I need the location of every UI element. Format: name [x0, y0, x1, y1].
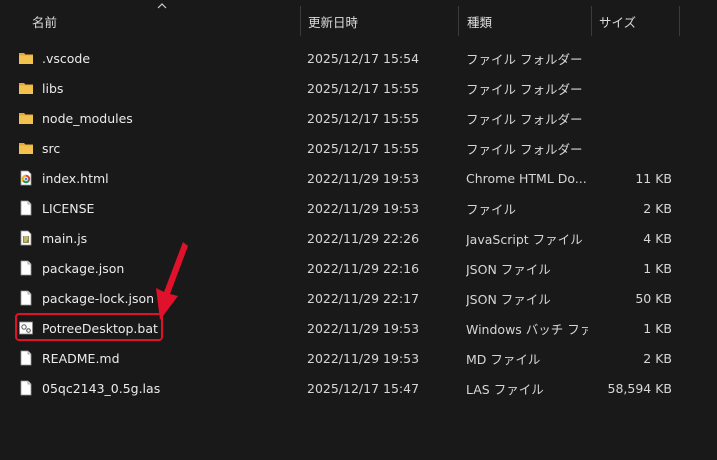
file-row[interactable]: node_modules 2025/12/17 15:55 ファイル フォルダー [0, 103, 717, 133]
file-size: 11 KB [635, 170, 672, 186]
file-row[interactable]: index.html 2022/11/29 19:53 Chrome HTML Do… [0, 163, 717, 193]
file-name-cell: main.js [18, 223, 87, 253]
folder-icon [18, 80, 34, 96]
file-name: 05qc2143_0.5g.las [42, 380, 161, 396]
column-divider[interactable] [591, 6, 592, 36]
file-date: 2025/12/17 15:54 [307, 50, 420, 66]
file-date: 2025/12/17 15:47 [307, 380, 420, 396]
file-row[interactable]: package-lock.json 2022/11/29 22:17 JSON ファ… [0, 283, 717, 313]
file-type: JSON ファイル [466, 291, 551, 307]
file-name: node_modules [42, 110, 133, 126]
file-name: main.js [42, 230, 88, 246]
file-row[interactable]: libs 2025/12/17 15:55 ファイル フォルダー [0, 73, 717, 103]
file-name-cell: 05qc2143_0.5g.las [18, 373, 160, 403]
file-size [592, 133, 672, 163]
javascript-file-icon [18, 230, 34, 246]
file-size: 1 KB [643, 260, 672, 276]
file-row[interactable]: package.json 2022/11/29 22:16 JSON ファイル 1 K… [0, 253, 717, 283]
file-type: LAS ファイル [466, 381, 544, 397]
column-header-type-label: 種類 [467, 14, 493, 30]
file-date: 2022/11/29 19:53 [307, 200, 420, 216]
file-date: 2022/11/29 19:53 [307, 320, 420, 336]
chrome-html-icon [18, 170, 34, 186]
column-header-date-label: 更新日時 [308, 14, 359, 30]
file-size: 1 KB [643, 320, 672, 336]
file-name-cell: package-lock.json [18, 283, 154, 313]
file-name: README.md [42, 350, 120, 366]
file-size: 58,594 KB [607, 380, 672, 396]
file-type: MD ファイル [466, 351, 541, 367]
file-name: .vscode [42, 50, 91, 66]
file-date: 2025/12/17 15:55 [307, 110, 420, 126]
file-size: 50 KB [635, 290, 672, 306]
file-explorer-list: 名前 更新日時 種類 サイズ .vscode 2025/12/17 15:54 ファ… [0, 0, 717, 460]
file-date: 2022/11/29 22:26 [307, 230, 420, 246]
file-row[interactable]: 05qc2143_0.5g.las 2025/12/17 15:47 LAS ファイ… [0, 373, 717, 403]
file-type: JavaScript ファイル [466, 231, 583, 247]
file-type: Windows バッチ ファ... [466, 321, 588, 337]
file-name-cell: node_modules [18, 103, 133, 133]
file-name-cell: .vscode [18, 43, 90, 73]
file-name: package-lock.json [42, 290, 155, 306]
column-header-size-label: サイズ [599, 14, 637, 30]
file-date: 2022/11/29 22:17 [307, 290, 420, 306]
file-name: package.json [42, 260, 125, 276]
file-row[interactable]: LICENSE 2022/11/29 19:53 ファイル 2 KB [0, 193, 717, 223]
file-type: ファイル フォルダー [466, 111, 583, 127]
file-type: ファイル フォルダー [466, 81, 583, 97]
file-type: JSON ファイル [466, 261, 551, 277]
file-name-cell: libs [18, 73, 63, 103]
file-name: LICENSE [42, 200, 95, 216]
column-divider[interactable] [679, 6, 680, 36]
file-name-cell: package.json [18, 253, 124, 283]
file-name: libs [42, 80, 64, 96]
column-header-name-label: 名前 [32, 14, 58, 30]
file-type: ファイル フォルダー [466, 141, 583, 157]
column-header-bar: 名前 更新日時 種類 サイズ [0, 0, 717, 42]
annotation-arrow-icon [156, 242, 188, 320]
file-icon [18, 350, 34, 366]
file-icon [18, 290, 34, 306]
file-icon [18, 200, 34, 216]
column-divider[interactable] [458, 6, 459, 36]
file-date: 2025/12/17 15:55 [307, 140, 420, 156]
file-date: 2022/11/29 19:53 [307, 350, 420, 366]
folder-icon [18, 110, 34, 126]
file-row[interactable]: src 2025/12/17 15:55 ファイル フォルダー [0, 133, 717, 163]
file-size [592, 43, 672, 73]
file-icon [18, 260, 34, 276]
file-name-cell: LICENSE [18, 193, 94, 223]
file-type: Chrome HTML Do... [466, 170, 587, 186]
file-size: 4 KB [643, 230, 672, 246]
column-header-date[interactable]: 更新日時 [302, 6, 457, 36]
file-size [592, 73, 672, 103]
column-header-name[interactable]: 名前 [26, 6, 298, 36]
file-name: index.html [42, 170, 109, 186]
file-row[interactable]: README.md 2022/11/29 19:53 MD ファイル 2 KB [0, 343, 717, 373]
file-icon [18, 380, 34, 396]
column-divider[interactable] [300, 6, 301, 36]
file-type: ファイル フォルダー [466, 51, 583, 67]
file-row[interactable]: main.js 2022/11/29 22:26 JavaScript ファイル 4 … [0, 223, 717, 253]
column-header-type[interactable]: 種類 [461, 6, 591, 36]
file-date: 2022/11/29 22:16 [307, 260, 420, 276]
file-size: 2 KB [643, 200, 672, 216]
file-name: src [42, 140, 61, 156]
file-row[interactable]: .vscode 2025/12/17 15:54 ファイル フォルダー [0, 43, 717, 73]
file-size: 2 KB [643, 350, 672, 366]
column-header-size[interactable]: サイズ [593, 6, 679, 36]
file-name-cell: src [18, 133, 60, 163]
file-name-cell: README.md [18, 343, 120, 373]
file-size [592, 103, 672, 133]
file-date: 2025/12/17 15:55 [307, 80, 420, 96]
file-type: ファイル [466, 201, 517, 217]
file-date: 2022/11/29 19:53 [307, 170, 420, 186]
file-name-cell: index.html [18, 163, 109, 193]
folder-icon [18, 140, 34, 156]
folder-icon [18, 50, 34, 66]
